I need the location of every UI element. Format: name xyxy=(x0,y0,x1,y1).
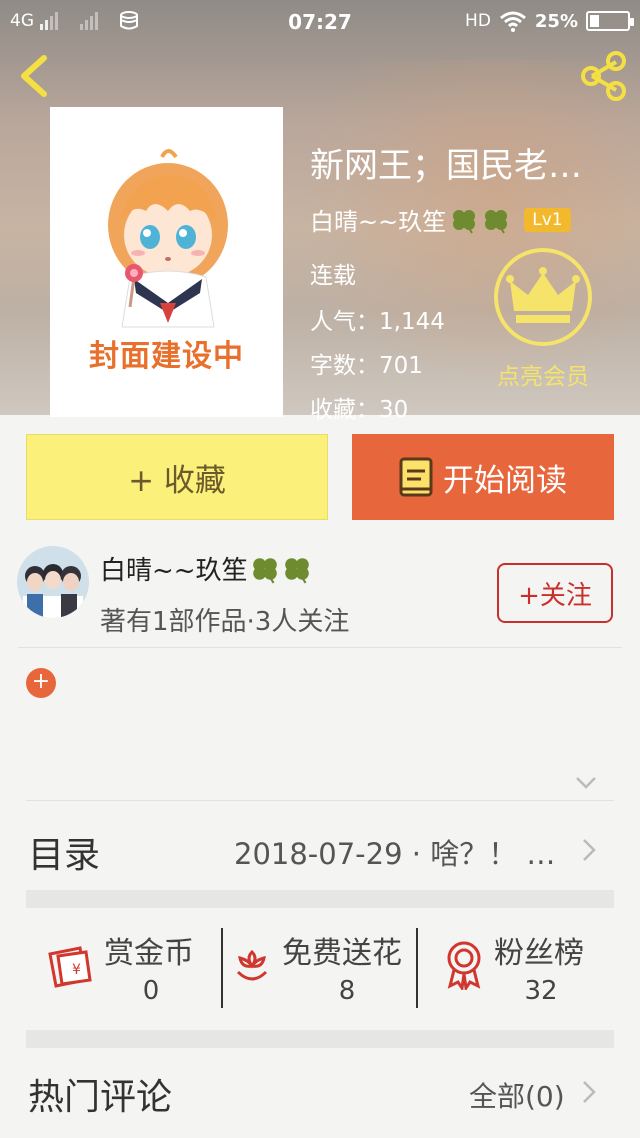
medal-icon xyxy=(447,941,481,990)
expand-plus-icon[interactable]: + xyxy=(26,668,56,698)
battery-percent: 25% xyxy=(534,10,578,32)
cover-placeholder-text: 封面建设中 xyxy=(89,339,244,374)
author-name-row[interactable]: 白晴~~玖笙 xyxy=(100,550,312,587)
hot-comments-label: 热门评论 xyxy=(28,1077,173,1118)
crown-icon xyxy=(494,248,592,346)
stat-value: 8 xyxy=(338,976,356,1006)
clover-icon xyxy=(252,557,277,583)
stat-free-flowers[interactable]: 免费送花 8 xyxy=(224,928,416,1010)
book-icon xyxy=(399,457,433,497)
vip-button[interactable]: 点亮会员 xyxy=(488,245,598,395)
favorites-value: 30 xyxy=(379,397,409,423)
svg-text:¥: ¥ xyxy=(72,962,81,978)
hd-indicator: HD xyxy=(465,11,491,31)
clover-icon xyxy=(284,557,309,583)
book-popularity: 人气：1,144 xyxy=(310,302,445,336)
back-button[interactable] xyxy=(12,52,56,100)
stat-fan-ranking[interactable]: 粉丝榜 32 xyxy=(420,928,614,1010)
start-reading-label: 开始阅读 xyxy=(443,462,567,499)
book-title: 新网王；国民老… xyxy=(310,146,582,186)
words-label: 字数： xyxy=(310,353,379,379)
chevron-down-icon[interactable] xyxy=(575,776,597,790)
flower-icon xyxy=(236,949,268,981)
stat-reward-coins[interactable]: ¥ 赏金币 0 xyxy=(26,928,220,1010)
level-badge: Lv1 xyxy=(524,207,571,232)
latest-chapter: 2018-07-29 · 啥？！ 穿… xyxy=(234,837,574,871)
book-favorites: 收藏：30 xyxy=(310,390,408,424)
book-status: 连载 xyxy=(310,263,356,289)
chevron-right-icon xyxy=(583,1081,596,1103)
share-button[interactable] xyxy=(578,50,630,102)
chevron-left-icon xyxy=(21,55,47,97)
favorites-label: 收藏： xyxy=(310,397,379,423)
chevron-right-icon xyxy=(583,839,596,861)
anime-girl-illustration xyxy=(108,149,228,328)
catalog-label: 目录 xyxy=(28,835,101,876)
follow-button[interactable]: +关注 xyxy=(497,563,613,623)
book-author-name: 白晴~~玖笙 xyxy=(310,208,447,236)
section-separator xyxy=(26,1030,614,1048)
all-comments-label: 全部(0) xyxy=(469,1080,565,1113)
author-summary: 著有1部作品·3人关注 xyxy=(100,607,350,637)
stat-divider xyxy=(221,928,223,1008)
stat-divider xyxy=(416,928,418,1008)
book-author-line[interactable]: 白晴~~玖笙 Lv1 xyxy=(310,202,571,237)
collect-button[interactable]: + 收藏 xyxy=(26,434,328,520)
avatar-image xyxy=(17,546,89,618)
words-value: 701 xyxy=(379,353,423,379)
author-name: 白晴~~玖笙 xyxy=(100,556,248,586)
author-avatar[interactable] xyxy=(17,546,89,618)
section-separator xyxy=(26,890,614,908)
battery-icon xyxy=(586,11,634,31)
status-bar: 4G 07:27 HD 25% xyxy=(0,0,640,44)
start-reading-button[interactable]: 开始阅读 xyxy=(352,434,614,520)
popularity-value: 1,144 xyxy=(379,309,445,335)
clover-icon xyxy=(485,209,508,234)
stat-value: 32 xyxy=(524,976,558,1006)
divider xyxy=(18,647,622,648)
red-envelope-icon: ¥ xyxy=(48,946,92,988)
vip-label: 点亮会员 xyxy=(497,364,589,390)
status-right: HD 25% xyxy=(465,10,634,32)
stat-value: 0 xyxy=(142,976,160,1006)
wifi-icon xyxy=(499,11,526,32)
book-cover[interactable]: 封面建设中 xyxy=(50,107,283,417)
stat-label: 免费送花 xyxy=(282,936,402,971)
stat-label: 赏金币 xyxy=(104,936,194,971)
share-icon xyxy=(581,51,626,101)
popularity-label: 人气： xyxy=(310,309,379,335)
clover-icon xyxy=(453,209,476,234)
stat-label: 粉丝榜 xyxy=(494,936,584,971)
book-word-count: 字数：701 xyxy=(310,346,423,380)
book-detail-screen: 4G 07:27 HD 25% 封面建设中 新网王；国民老… 白晴~~玖笙 Lv… xyxy=(0,0,640,1138)
divider xyxy=(26,800,614,801)
